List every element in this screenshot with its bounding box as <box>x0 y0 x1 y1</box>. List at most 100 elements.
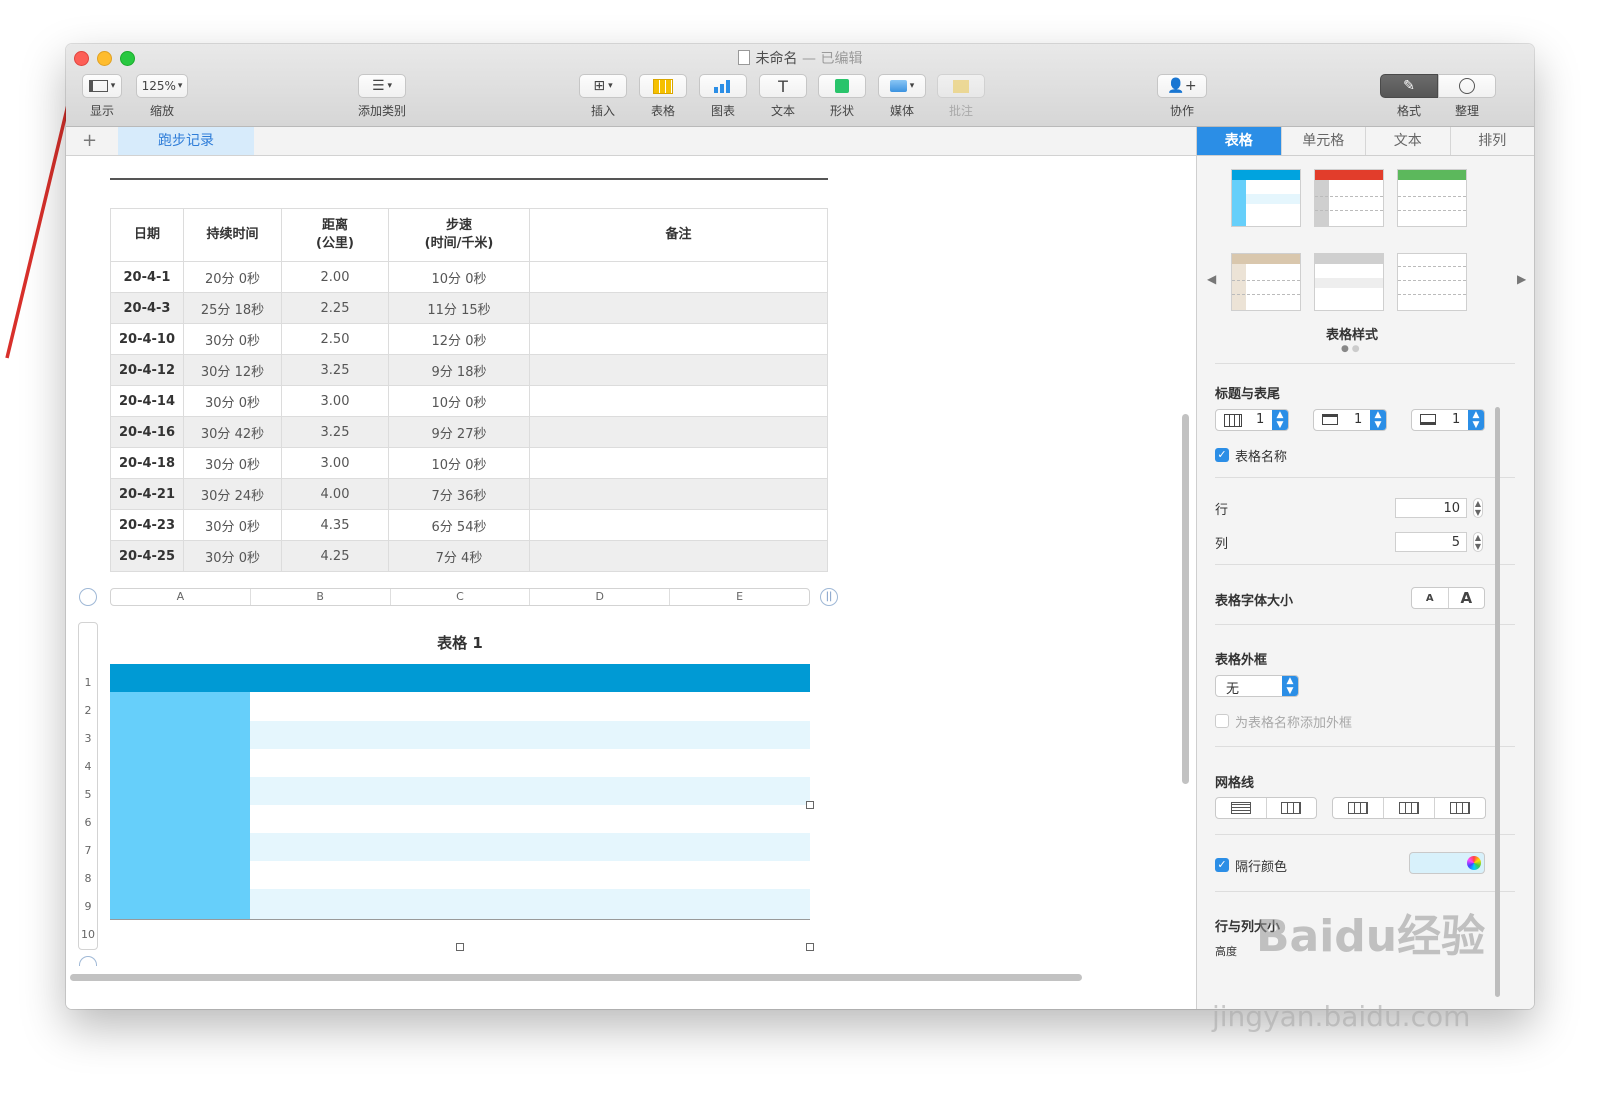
duration-cell[interactable]: 30分 0秒 <box>183 385 282 417</box>
tab-arrange[interactable]: 排列 <box>1451 127 1535 155</box>
header-distance[interactable]: 距离 (公里) <box>281 208 389 262</box>
add-row-handle[interactable] <box>79 956 97 966</box>
add-category-tool[interactable]: ☰ ▾ 添加类别 <box>356 74 408 119</box>
row-header[interactable]: 1 <box>79 676 97 689</box>
view-button[interactable]: ▾ <box>82 74 122 98</box>
distance-cell[interactable]: 3.00 <box>281 447 389 479</box>
header-duration[interactable]: 持续时间 <box>183 208 282 262</box>
horizontal-scrollbar[interactable] <box>70 974 1082 981</box>
distance-cell[interactable]: 3.25 <box>281 416 389 448</box>
duration-cell[interactable]: 20分 0秒 <box>183 261 282 293</box>
row-header[interactable]: 5 <box>79 788 97 801</box>
duration-cell[interactable]: 30分 0秒 <box>183 323 282 355</box>
sheet-tab-running-log[interactable]: 跑步记录 <box>118 127 254 155</box>
row-header[interactable]: 3 <box>79 732 97 745</box>
table-button[interactable] <box>639 74 687 98</box>
date-cell[interactable]: 20-4-25 <box>110 540 184 572</box>
table1-band-row[interactable] <box>250 833 810 861</box>
date-cell[interactable]: 20-4-12 <box>110 354 184 386</box>
horizontal-gridlines-button[interactable] <box>1216 798 1267 818</box>
media-tool[interactable]: ▾ 媒体 <box>876 74 928 119</box>
insert-tool[interactable]: ⊞ ▾ 插入 <box>578 74 628 119</box>
date-cell[interactable]: 20-4-3 <box>110 292 184 324</box>
zoom-tool[interactable]: 125% ▾ 缩放 <box>136 74 188 119</box>
stepper-arrows-icon[interactable]: ▲ ▼ <box>1468 410 1484 430</box>
page-indicator[interactable]: ● ● <box>1341 344 1360 354</box>
duration-cell[interactable]: 25分 18秒 <box>183 292 282 324</box>
pace-cell[interactable]: 10分 0秒 <box>388 447 530 479</box>
vertical-gridlines-button[interactable] <box>1267 798 1317 818</box>
rows-field[interactable]: 10 <box>1395 498 1467 518</box>
add-category-button[interactable]: ☰ ▾ <box>358 74 406 98</box>
view-tool[interactable]: ▾ 显示 <box>80 74 124 119</box>
distance-cell[interactable]: 4.35 <box>281 509 389 541</box>
notes-cell[interactable] <box>529 447 828 479</box>
column-header-c[interactable]: C <box>391 589 531 605</box>
header-rows-stepper[interactable]: 1 ▲ ▼ <box>1215 409 1289 431</box>
table1-header-column[interactable] <box>110 692 250 919</box>
media-button[interactable]: ▾ <box>878 74 926 98</box>
header-row-gridlines-button[interactable] <box>1333 798 1384 818</box>
increase-font-button[interactable]: A <box>1449 588 1485 608</box>
row-header[interactable]: 9 <box>79 900 97 913</box>
tab-cell[interactable]: 单元格 <box>1282 127 1366 155</box>
notes-cell[interactable] <box>529 509 828 541</box>
distance-cell[interactable]: 3.25 <box>281 354 389 386</box>
distance-cell[interactable]: 2.00 <box>281 261 389 293</box>
add-sheet-button[interactable]: + <box>82 130 97 151</box>
pace-cell[interactable]: 10分 0秒 <box>388 385 530 417</box>
row-header[interactable]: 7 <box>79 844 97 857</box>
inspector-scrollbar[interactable] <box>1495 407 1500 997</box>
notes-cell[interactable] <box>529 478 828 510</box>
resize-handle-bottom[interactable] <box>456 943 464 951</box>
duration-cell[interactable]: 30分 12秒 <box>183 354 282 386</box>
column-header-b[interactable]: B <box>251 589 391 605</box>
date-cell[interactable]: 20-4-23 <box>110 509 184 541</box>
table1-band-row[interactable] <box>250 889 810 919</box>
pace-cell[interactable]: 9分 27秒 <box>388 416 530 448</box>
format-tool[interactable]: ✎ 格式 <box>1380 74 1438 119</box>
chart-tool[interactable]: 图表 <box>698 74 748 119</box>
table-style-swatch[interactable] <box>1397 253 1467 311</box>
add-column-handle[interactable]: || <box>820 588 838 606</box>
distance-cell[interactable]: 2.25 <box>281 292 389 324</box>
columns-stepper-icon[interactable]: ▲ ▼ <box>1473 532 1483 552</box>
notes-cell[interactable] <box>529 385 828 417</box>
header-notes[interactable]: 备注 <box>529 208 828 262</box>
notes-cell[interactable] <box>529 354 828 386</box>
column-header-a[interactable]: A <box>111 589 251 605</box>
row-header[interactable]: 10 <box>79 928 97 941</box>
table-tool[interactable]: 表格 <box>638 74 688 119</box>
resize-handle-corner[interactable] <box>806 943 814 951</box>
table-style-swatch[interactable] <box>1314 169 1384 227</box>
notes-cell[interactable] <box>529 416 828 448</box>
date-cell[interactable]: 20-4-16 <box>110 416 184 448</box>
tab-table[interactable]: 表格 <box>1197 127 1282 155</box>
header-column-gridlines-button[interactable] <box>1384 798 1435 818</box>
text-tool[interactable]: T 文本 <box>758 74 808 119</box>
header-date[interactable]: 日期 <box>110 208 184 262</box>
duration-cell[interactable]: 30分 42秒 <box>183 416 282 448</box>
insert-button[interactable]: ⊞ ▾ <box>579 74 627 98</box>
duration-cell[interactable]: 30分 0秒 <box>183 540 282 572</box>
format-button[interactable]: ✎ <box>1380 74 1438 98</box>
table-outline-select[interactable]: 无 ▲ ▼ <box>1215 675 1299 697</box>
stepper-arrows-icon[interactable]: ▲ ▼ <box>1282 676 1298 696</box>
organize-button[interactable] <box>1438 74 1496 98</box>
distance-cell[interactable]: 3.00 <box>281 385 389 417</box>
duration-cell[interactable]: 30分 0秒 <box>183 447 282 479</box>
chart-button[interactable] <box>699 74 747 98</box>
table-style-swatch[interactable] <box>1231 253 1301 311</box>
header-pace[interactable]: 步速 (时间/千米) <box>388 208 530 262</box>
stepper-arrows-icon[interactable]: ▲ ▼ <box>1370 410 1386 430</box>
distance-cell[interactable]: 4.00 <box>281 478 389 510</box>
column-header-d[interactable]: D <box>530 589 671 605</box>
prev-styles-arrow-icon[interactable]: ◀ <box>1207 272 1216 286</box>
table1-title[interactable]: 表格 1 <box>110 632 810 653</box>
stepper-arrows-icon[interactable]: ▲ ▼ <box>1272 410 1288 430</box>
footer-gridlines-button[interactable] <box>1435 798 1485 818</box>
row-header[interactable]: 4 <box>79 760 97 773</box>
pace-cell[interactable]: 11分 15秒 <box>388 292 530 324</box>
color-wheel-icon[interactable] <box>1467 856 1481 870</box>
duration-cell[interactable]: 30分 0秒 <box>183 509 282 541</box>
